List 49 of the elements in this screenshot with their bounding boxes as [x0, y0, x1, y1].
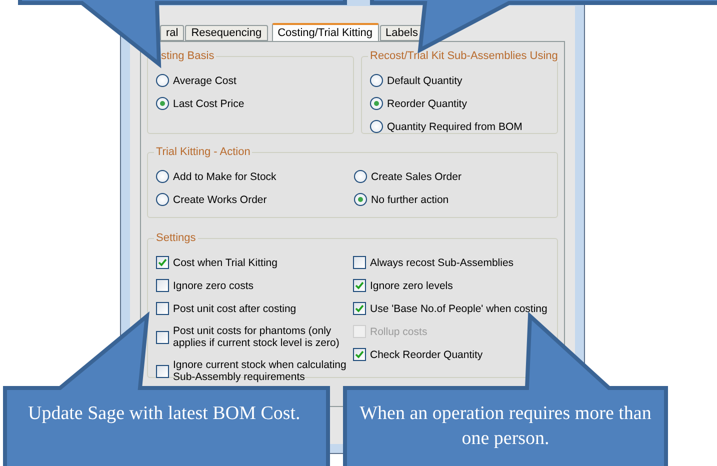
radio-button[interactable]	[354, 193, 367, 206]
radio-button[interactable]	[156, 170, 169, 183]
group-title: sting Basis	[160, 50, 216, 62]
checkbox[interactable]	[156, 256, 169, 269]
checkbox[interactable]	[353, 302, 366, 315]
checkbox[interactable]	[353, 348, 366, 361]
checkbox[interactable]	[156, 330, 169, 344]
radio-button[interactable]	[370, 97, 383, 110]
group-title: Recost/Trial Kit Sub-Assemblies Using	[369, 50, 559, 62]
radio-button[interactable]	[156, 74, 169, 87]
tab[interactable]: ral	[160, 25, 184, 41]
checkbox-option[interactable]: Ignore zero costs	[156, 279, 254, 292]
checkbox-option[interactable]: Cost when Trial Kitting	[156, 256, 278, 269]
radio-button[interactable]	[156, 193, 169, 206]
checkbox-option[interactable]: Ignore zero levels	[353, 279, 453, 292]
checkbox[interactable]	[353, 256, 366, 269]
tab[interactable]: Costing/Trial Kitting	[272, 23, 379, 41]
checkbox[interactable]	[353, 279, 366, 292]
radio-button[interactable]	[354, 170, 367, 183]
tab[interactable]: Resequencing	[185, 25, 268, 41]
radio-option[interactable]: Default Quantity	[370, 74, 462, 87]
radio-option[interactable]: No further action	[354, 193, 551, 206]
check-icon	[158, 258, 167, 267]
radio-button[interactable]	[370, 74, 383, 87]
radio-option[interactable]: Create Sales Order	[354, 170, 551, 183]
callout-text: When an operation requires more than one person.	[358, 402, 652, 451]
radio-option[interactable]: Average Cost	[156, 74, 236, 87]
radio-option[interactable]: Create Works Order	[156, 193, 354, 206]
checkbox-option[interactable]: Post unit cost after costing	[156, 302, 296, 315]
check-icon	[355, 281, 364, 290]
check-icon	[355, 304, 364, 313]
check-icon	[355, 350, 364, 359]
checkbox-option[interactable]: Always recost Sub-Assemblies	[353, 256, 514, 269]
radio-option[interactable]: Last Cost Price	[156, 97, 244, 110]
radio-option[interactable]: Reorder Quantity	[370, 97, 467, 110]
checkbox[interactable]	[156, 279, 169, 292]
checkbox-option[interactable]: Post unit costs for phantoms (only applies if current stock level is zero)	[156, 325, 353, 349]
radio-button[interactable]	[370, 120, 383, 133]
callout-text: Update Sage with latest BOM Cost.	[28, 402, 302, 426]
group-title: Settings	[155, 232, 197, 244]
group-title: Trial Kitting - Action	[155, 146, 252, 158]
checkbox-option[interactable]: Ignore current stock when calculating Sub-Assembly requirements	[156, 359, 353, 383]
checkbox-option[interactable]: Check Reorder Quantity	[353, 348, 483, 361]
radio-option[interactable]: Add to Make for Stock	[156, 170, 354, 183]
checkbox[interactable]	[156, 364, 169, 378]
radio-button[interactable]	[156, 97, 169, 110]
checkbox[interactable]	[156, 302, 169, 315]
radio-option[interactable]: Quantity Required from BOM	[370, 120, 522, 133]
checkbox-option[interactable]: Use 'Base No.of People' when costing	[353, 302, 548, 315]
